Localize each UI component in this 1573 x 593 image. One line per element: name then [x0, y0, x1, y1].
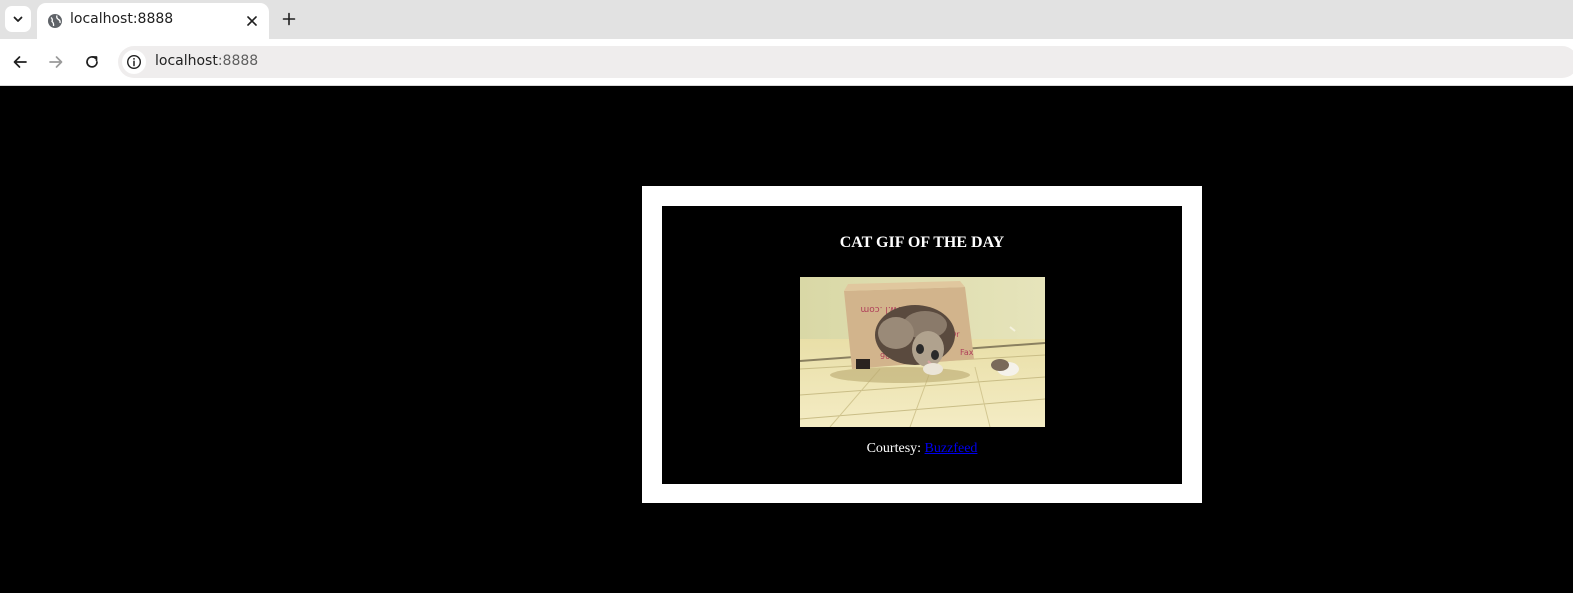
card: CAT GIF OF THE DAY www.l .com Fax 90 Cou… — [662, 206, 1182, 484]
url-host: localhost — [155, 53, 218, 69]
browser-window: localhost:8888 localhost:8888 CAT GIF OF… — [0, 0, 1573, 593]
buzzfeed-link[interactable]: Buzzfeed — [925, 441, 978, 456]
tab-title: localhost:8888 — [70, 11, 174, 27]
svg-text:Fax: Fax — [960, 348, 974, 357]
card-title: CAT GIF OF THE DAY — [839, 234, 1005, 251]
caption-prefix: Courtesy: — [866, 441, 922, 456]
address-bar[interactable]: localhost:8888 — [118, 46, 1573, 78]
info-icon — [126, 54, 142, 70]
arrow-right-icon — [49, 56, 63, 68]
cat-in-box-image: www.l .com Or Fax 7 90 — [800, 277, 1045, 427]
plus-icon — [282, 12, 296, 26]
reload-icon — [86, 56, 98, 68]
new-tab-button[interactable] — [278, 8, 300, 30]
close-icon — [247, 16, 257, 26]
site-info-button[interactable] — [122, 50, 146, 74]
arrow-left-icon — [13, 56, 27, 68]
forward-button[interactable] — [42, 48, 70, 76]
back-button[interactable] — [6, 48, 34, 76]
page-viewport: CAT GIF OF THE DAY www.l .com Fax 90 Cou… — [0, 86, 1573, 593]
url-port: :8888 — [217, 53, 259, 69]
card-frame: CAT GIF OF THE DAY www.l .com Fax 90 Cou… — [642, 186, 1202, 503]
caption: Courtesy: Buzzfeed — [662, 441, 1182, 457]
chevron-down-icon — [13, 16, 23, 22]
cat-gif: www.l .com Or Fax 7 90 — [800, 277, 1045, 427]
reload-button[interactable] — [78, 48, 106, 76]
browser-toolbar: localhost:8888 — [0, 39, 1573, 86]
globe-icon — [48, 14, 62, 28]
tab-strip: localhost:8888 — [0, 0, 1573, 39]
tab-search-button[interactable] — [5, 6, 31, 32]
tab-active[interactable]: localhost:8888 — [37, 3, 269, 39]
close-tab-button[interactable] — [243, 12, 261, 30]
url-text: localhost:8888 — [155, 53, 258, 69]
